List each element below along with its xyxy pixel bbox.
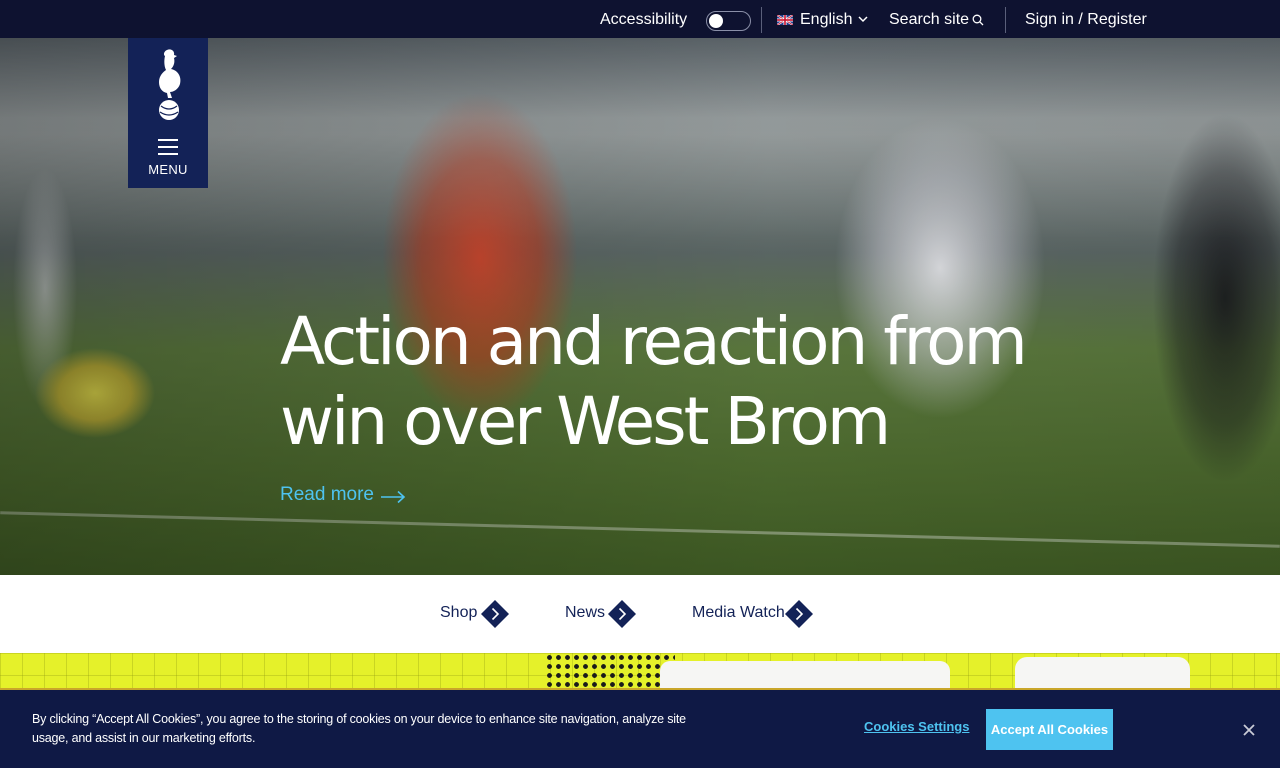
chevron-right-diamond-icon[interactable] <box>481 600 509 628</box>
chevron-down-icon[interactable] <box>858 16 868 23</box>
halftone-pattern <box>545 653 675 693</box>
divider <box>761 7 762 33</box>
accessibility-label: Accessibility <box>600 11 688 28</box>
quick-link-news[interactable]: News <box>565 575 605 653</box>
chevron-right-diamond-icon[interactable] <box>785 600 813 628</box>
close-icon[interactable] <box>1242 723 1256 737</box>
hamburger-icon[interactable] <box>158 139 178 155</box>
utility-bar: Accessibility English Search site Sign i… <box>0 0 1280 38</box>
site-logo-menu[interactable]: MENU <box>128 38 208 188</box>
menu-label[interactable]: MENU <box>128 162 208 177</box>
cockerel-logo <box>159 49 181 120</box>
language-selector[interactable]: English <box>800 0 852 38</box>
accessibility-toggle[interactable] <box>706 11 751 31</box>
search-icon[interactable] <box>972 14 984 26</box>
search-link[interactable]: Search site <box>889 0 969 38</box>
sign-in-register-link[interactable]: Sign in / Register <box>1025 0 1147 38</box>
cookie-banner: By clicking “Accept All Cookies”, you ag… <box>0 688 1280 768</box>
promo-banner[interactable] <box>0 653 1280 693</box>
quick-link-shop[interactable]: Shop <box>440 575 477 653</box>
cookie-message: By clicking “Accept All Cookies”, you ag… <box>32 712 686 745</box>
toggle-knob <box>709 14 723 28</box>
divider <box>1005 7 1006 33</box>
uk-flag-icon <box>777 15 793 25</box>
quick-links: Shop News Media Watch <box>0 575 1280 653</box>
cookies-settings-button[interactable]: Cookies Settings <box>864 719 969 734</box>
accept-all-cookies-button[interactable]: Accept All Cookies <box>986 709 1113 750</box>
arrow-right-icon[interactable] <box>380 490 406 504</box>
chevron-right-diamond-icon[interactable] <box>608 600 636 628</box>
read-more-link[interactable]: Read more <box>280 484 374 506</box>
quick-link-media-watch[interactable]: Media Watch <box>692 575 785 653</box>
hero-headline[interactable]: Action and reaction from win over West B… <box>280 302 1040 462</box>
